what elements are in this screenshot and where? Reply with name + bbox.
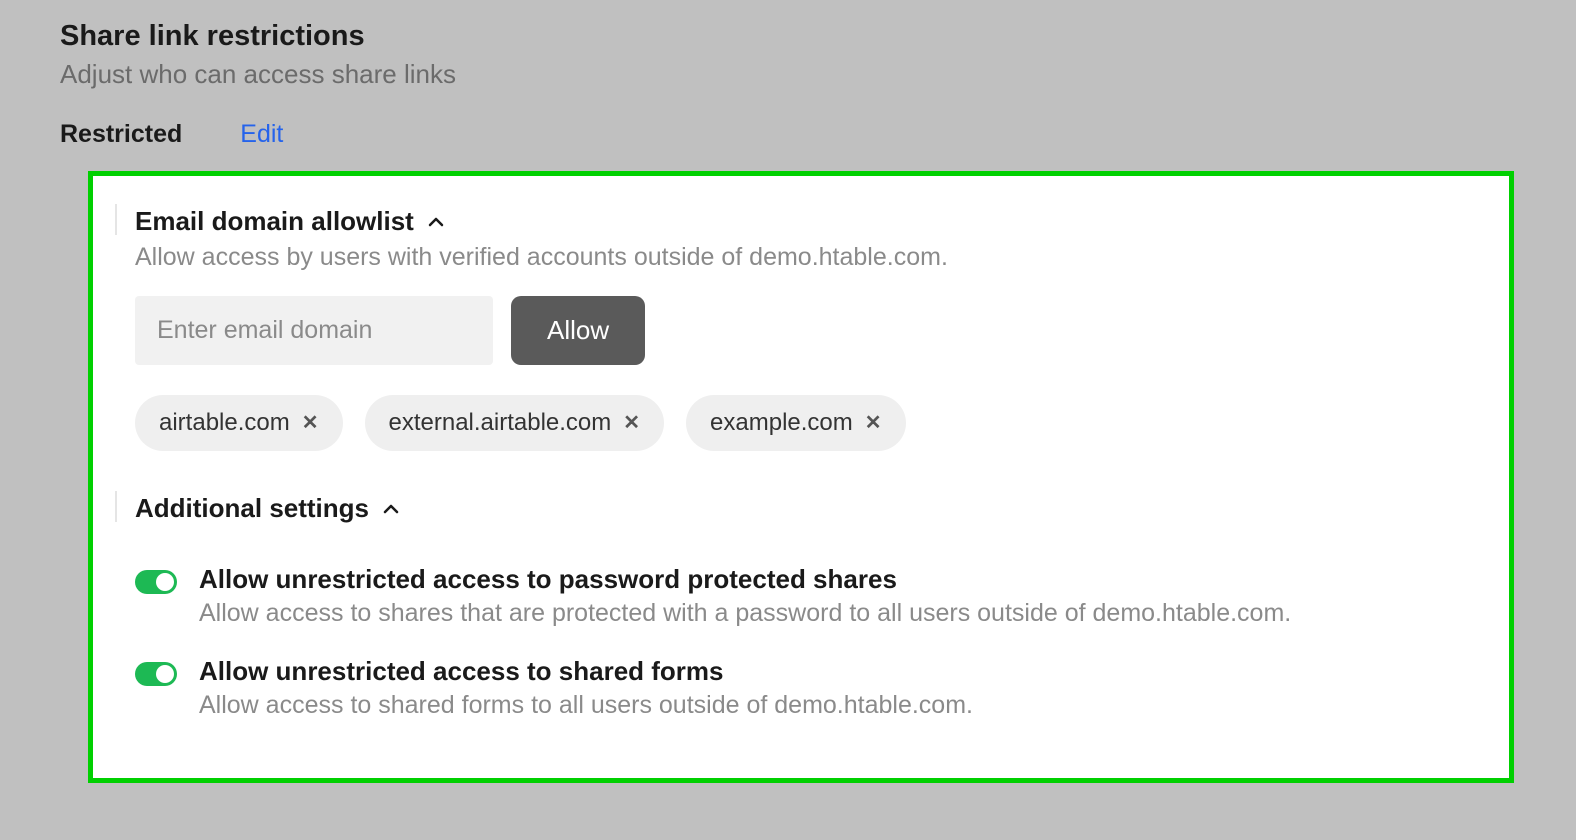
setting-title: Allow unrestricted access to shared form… <box>199 656 1467 687</box>
page-subtitle: Adjust who can access share links <box>60 59 1516 90</box>
domain-input[interactable] <box>135 296 493 365</box>
close-icon[interactable]: ✕ <box>865 413 882 433</box>
allowlist-title: Email domain allowlist <box>135 206 414 237</box>
domain-chip-label: external.airtable.com <box>389 409 612 437</box>
close-icon[interactable]: ✕ <box>623 413 640 433</box>
domain-input-row: Allow <box>135 296 1467 365</box>
section-divider <box>115 204 117 235</box>
toggle-password-shares[interactable] <box>135 570 177 594</box>
allowlist-description: Allow access by users with verified acco… <box>135 243 1467 272</box>
status-row: Restricted Edit <box>60 120 1516 149</box>
close-icon[interactable]: ✕ <box>302 413 319 433</box>
domain-chip: example.com ✕ <box>686 395 906 451</box>
domain-chip-label: airtable.com <box>159 409 290 437</box>
domain-chips: airtable.com ✕ external.airtable.com ✕ e… <box>135 395 1467 451</box>
additional-settings-header[interactable]: Additional settings <box>135 493 1467 524</box>
settings-panel: Email domain allowlist Allow access by u… <box>88 171 1514 783</box>
additional-settings-title: Additional settings <box>135 493 369 524</box>
chevron-up-icon <box>428 214 444 230</box>
additional-settings-section: Additional settings Allow unrestricted a… <box>135 493 1467 720</box>
setting-text: Allow unrestricted access to password pr… <box>199 564 1467 628</box>
section-divider <box>115 491 117 522</box>
edit-link[interactable]: Edit <box>240 120 283 149</box>
domain-chip: airtable.com ✕ <box>135 395 343 451</box>
status-label: Restricted <box>60 120 182 149</box>
setting-item: Allow unrestricted access to shared form… <box>135 656 1467 720</box>
setting-title: Allow unrestricted access to password pr… <box>199 564 1467 595</box>
allowlist-header[interactable]: Email domain allowlist <box>135 206 1467 237</box>
page-title: Share link restrictions <box>60 20 1516 53</box>
setting-item: Allow unrestricted access to password pr… <box>135 564 1467 628</box>
domain-chip-label: example.com <box>710 409 853 437</box>
chevron-up-icon <box>383 501 399 517</box>
toggle-shared-forms[interactable] <box>135 662 177 686</box>
setting-description: Allow access to shared forms to all user… <box>199 691 1467 720</box>
allow-button[interactable]: Allow <box>511 296 645 365</box>
setting-description: Allow access to shares that are protecte… <box>199 599 1467 628</box>
domain-chip: external.airtable.com ✕ <box>365 395 665 451</box>
allowlist-section: Email domain allowlist Allow access by u… <box>135 206 1467 451</box>
setting-text: Allow unrestricted access to shared form… <box>199 656 1467 720</box>
